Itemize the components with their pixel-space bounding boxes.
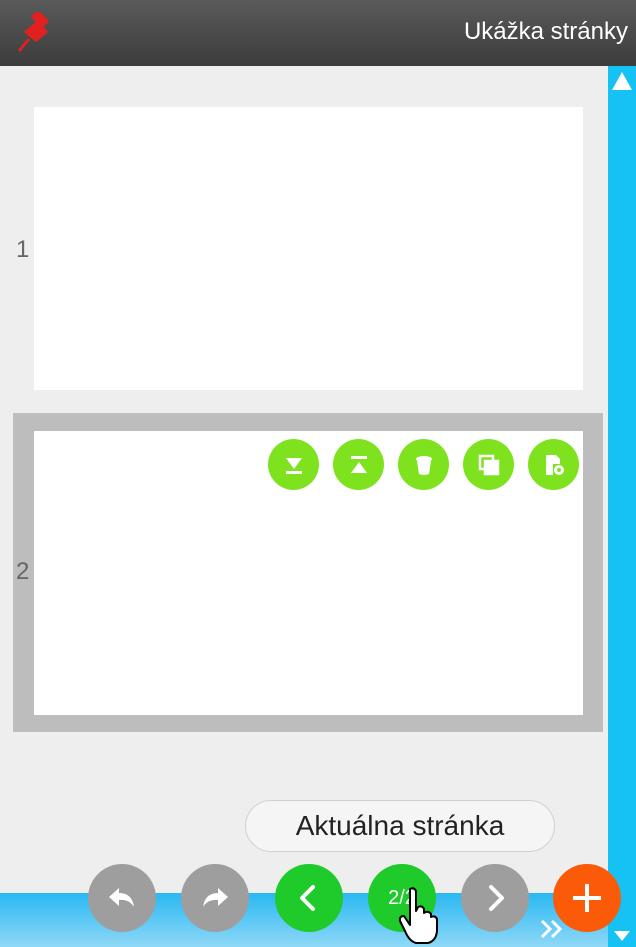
current-page-button[interactable]: Aktuálna stránka [245, 800, 555, 852]
page-preview-title: Ukážka stránky [463, 18, 628, 45]
page-settings-icon [545, 454, 564, 475]
hand-cursor-icon [398, 887, 438, 944]
undo-button[interactable] [88, 864, 156, 932]
move-down-icon [285, 457, 302, 474]
move-page-down-button[interactable] [268, 439, 319, 490]
page-number-2: 2 [16, 558, 30, 585]
page-thumbnail-1[interactable] [34, 107, 583, 390]
pin-icon[interactable] [14, 12, 54, 56]
chevron-left-icon [300, 885, 315, 911]
next-page-button[interactable] [461, 864, 529, 932]
duplicate-page-button[interactable] [463, 439, 514, 490]
previous-page-button[interactable] [275, 864, 343, 932]
page-actions-toolbar [268, 439, 579, 490]
move-page-up-button[interactable] [333, 439, 384, 490]
header-bar: Ukážka stránky [0, 0, 636, 66]
delete-icon [415, 455, 432, 475]
vertical-scrollbar[interactable] [608, 66, 636, 947]
redo-icon [203, 888, 228, 907]
delete-page-button[interactable] [398, 439, 449, 490]
page-settings-button[interactable] [528, 439, 579, 490]
plus-icon [573, 884, 601, 912]
duplicate-icon [478, 454, 499, 475]
page-number-1: 1 [16, 236, 30, 263]
scroll-down-icon[interactable] [608, 927, 636, 947]
chevron-right-icon [489, 885, 504, 911]
scroll-up-icon[interactable] [608, 66, 636, 94]
move-up-icon [350, 455, 367, 473]
double-chevron-right-icon[interactable] [538, 917, 568, 941]
redo-button[interactable] [181, 864, 249, 932]
undo-icon [109, 888, 134, 907]
